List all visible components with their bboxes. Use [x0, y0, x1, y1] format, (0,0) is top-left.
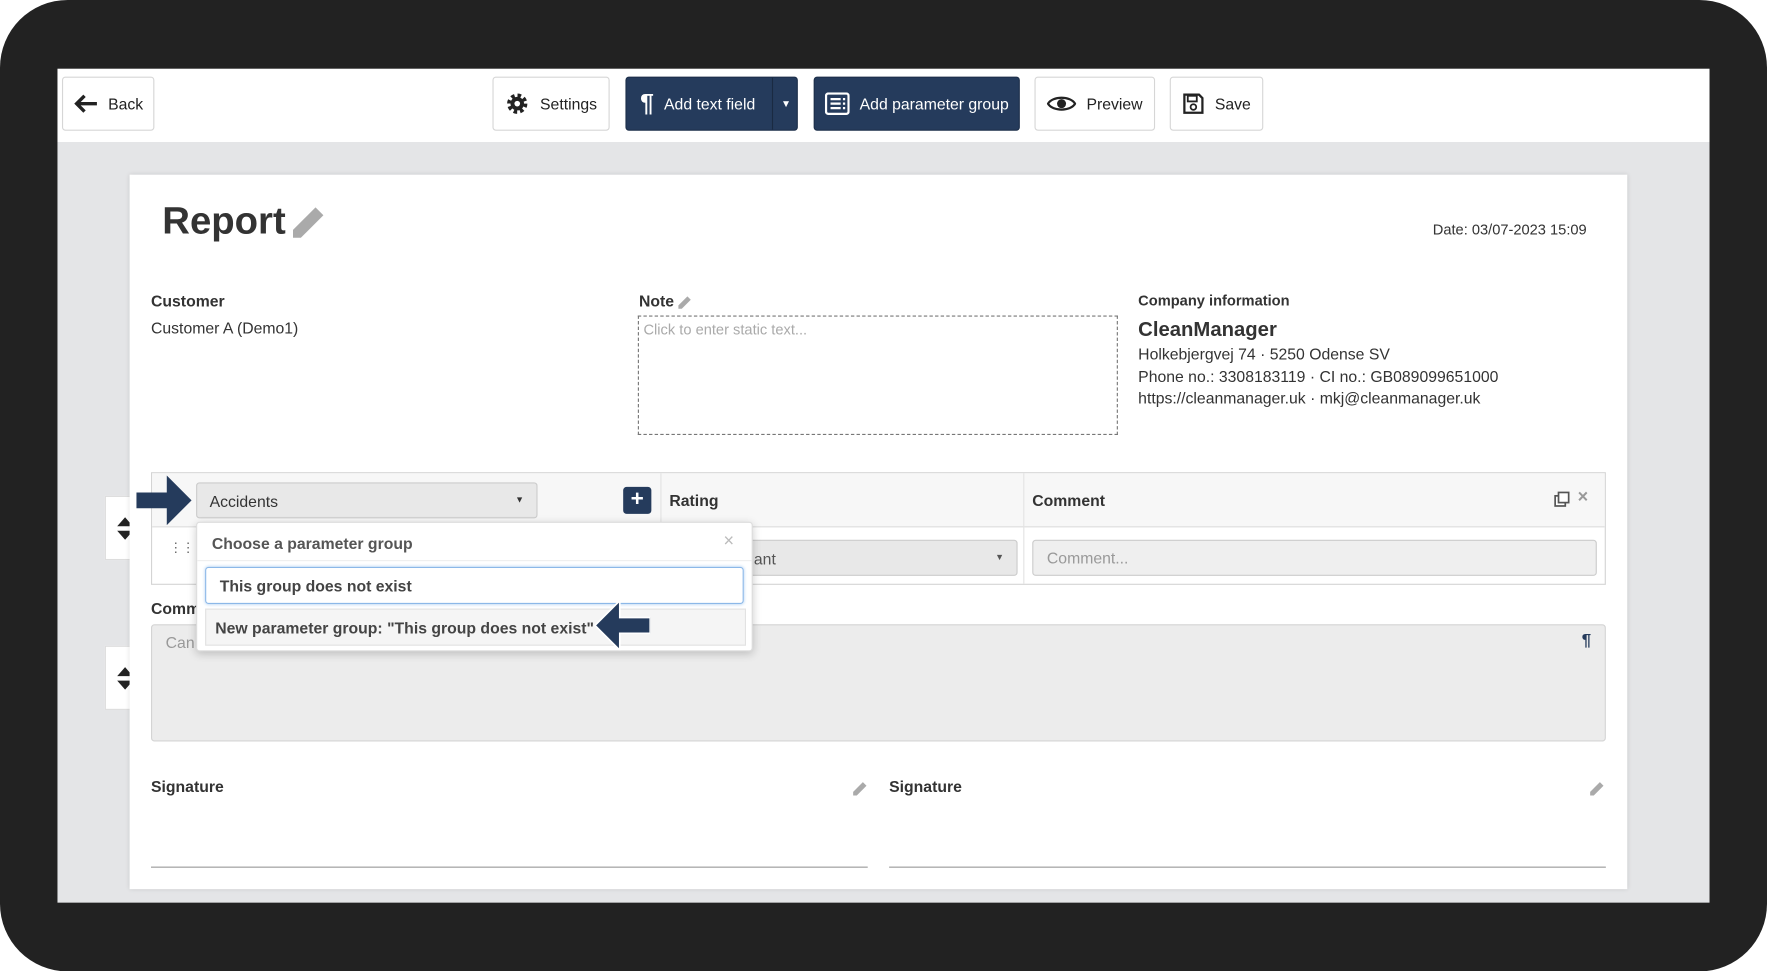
back-label: Back [108, 94, 144, 113]
caret-down-icon: ▼ [515, 494, 525, 505]
rating-value: ant [753, 549, 776, 568]
add-text-field-button[interactable]: ¶ Add text field ▼ [625, 76, 799, 131]
dropdown-title: Choose a parameter group [211, 534, 413, 553]
arrow-left-icon [74, 94, 97, 113]
parameter-group-dropdown: Choose a parameter group × This group do… [196, 521, 753, 652]
company-address: Holkebjergvej 74 · 5250 Odense SV [1138, 344, 1390, 363]
column-rating: Rating [669, 491, 719, 510]
signature-label: Signature [151, 777, 224, 796]
screen: Back Settings ¶ Add text field ▼ Add par… [57, 68, 1710, 903]
floppy-disk-icon [1183, 93, 1204, 114]
comment-input[interactable]: Comment... [1032, 539, 1597, 576]
add-text-field-label: Add text field [664, 94, 756, 113]
preview-button[interactable]: Preview [1034, 76, 1156, 131]
add-parameter-button[interactable]: + [623, 486, 652, 514]
report-card: Report Date: 03/07-2023 15:09 Customer C… [129, 174, 1628, 890]
toolbar: Back Settings ¶ Add text field ▼ Add par… [57, 68, 1710, 142]
annotation-arrow-left-icon [593, 600, 651, 651]
back-button[interactable]: Back [61, 76, 155, 131]
column-comment: Comment [1032, 491, 1106, 510]
pencil-icon[interactable] [852, 781, 868, 797]
signature-label: Signature [889, 777, 962, 796]
report-title[interactable]: Report [162, 199, 285, 243]
note-label: Note [638, 291, 675, 310]
list-icon [824, 92, 850, 115]
signature-line[interactable] [889, 866, 1606, 868]
parameter-group-value: Accidents [209, 492, 279, 511]
company-phone: Phone no.: 3308183119 · CI no.: GB089099… [1138, 367, 1499, 386]
company-info-label: Company information [1138, 291, 1290, 309]
close-icon[interactable]: × [723, 532, 734, 552]
drag-handle-icon[interactable]: ⋮⋮ [169, 541, 195, 555]
add-parameter-group-label: Add parameter group [859, 94, 1009, 113]
caret-down-icon: ▼ [995, 552, 1005, 563]
note-textbox[interactable]: Click to enter static text... [637, 315, 1118, 435]
comment-label: Comm [151, 599, 201, 618]
dropdown-option-new-group[interactable]: New parameter group: "This group does no… [205, 608, 747, 646]
annotation-arrow-right-icon [136, 475, 192, 526]
caret-down-icon[interactable]: ▼ [771, 77, 799, 130]
company-name: CleanManager [1138, 317, 1277, 341]
parameter-group-select[interactable]: Accidents ▼ [196, 482, 538, 519]
pencil-icon[interactable] [677, 295, 692, 310]
eye-icon [1047, 96, 1077, 111]
pencil-icon[interactable] [1589, 781, 1605, 797]
customer-label: Customer [151, 291, 225, 310]
preview-label: Preview [1086, 94, 1143, 113]
report-date: Date: 03/07-2023 15:09 [1432, 220, 1587, 238]
settings-button[interactable]: Settings [492, 76, 610, 131]
signature-line[interactable] [151, 866, 868, 868]
save-label: Save [1214, 94, 1251, 113]
copy-icon[interactable] [1554, 491, 1570, 507]
pencil-icon[interactable] [288, 204, 326, 242]
settings-label: Settings [540, 94, 598, 113]
customer-value: Customer A (Demo1) [151, 318, 299, 337]
dropdown-search-input[interactable]: This group does not exist [205, 566, 744, 605]
company-web: https://cleanmanager.uk · mkj@cleanmanag… [1138, 388, 1481, 407]
save-button[interactable]: Save [1169, 76, 1264, 131]
pilcrow-icon: ¶ [640, 89, 654, 118]
add-parameter-group-button[interactable]: Add parameter group [813, 76, 1020, 131]
close-icon[interactable]: × [1578, 488, 1589, 508]
pilcrow-icon[interactable]: ¶ [1582, 631, 1591, 650]
gear-icon [507, 93, 528, 114]
comment-placeholder: Can [165, 633, 195, 652]
